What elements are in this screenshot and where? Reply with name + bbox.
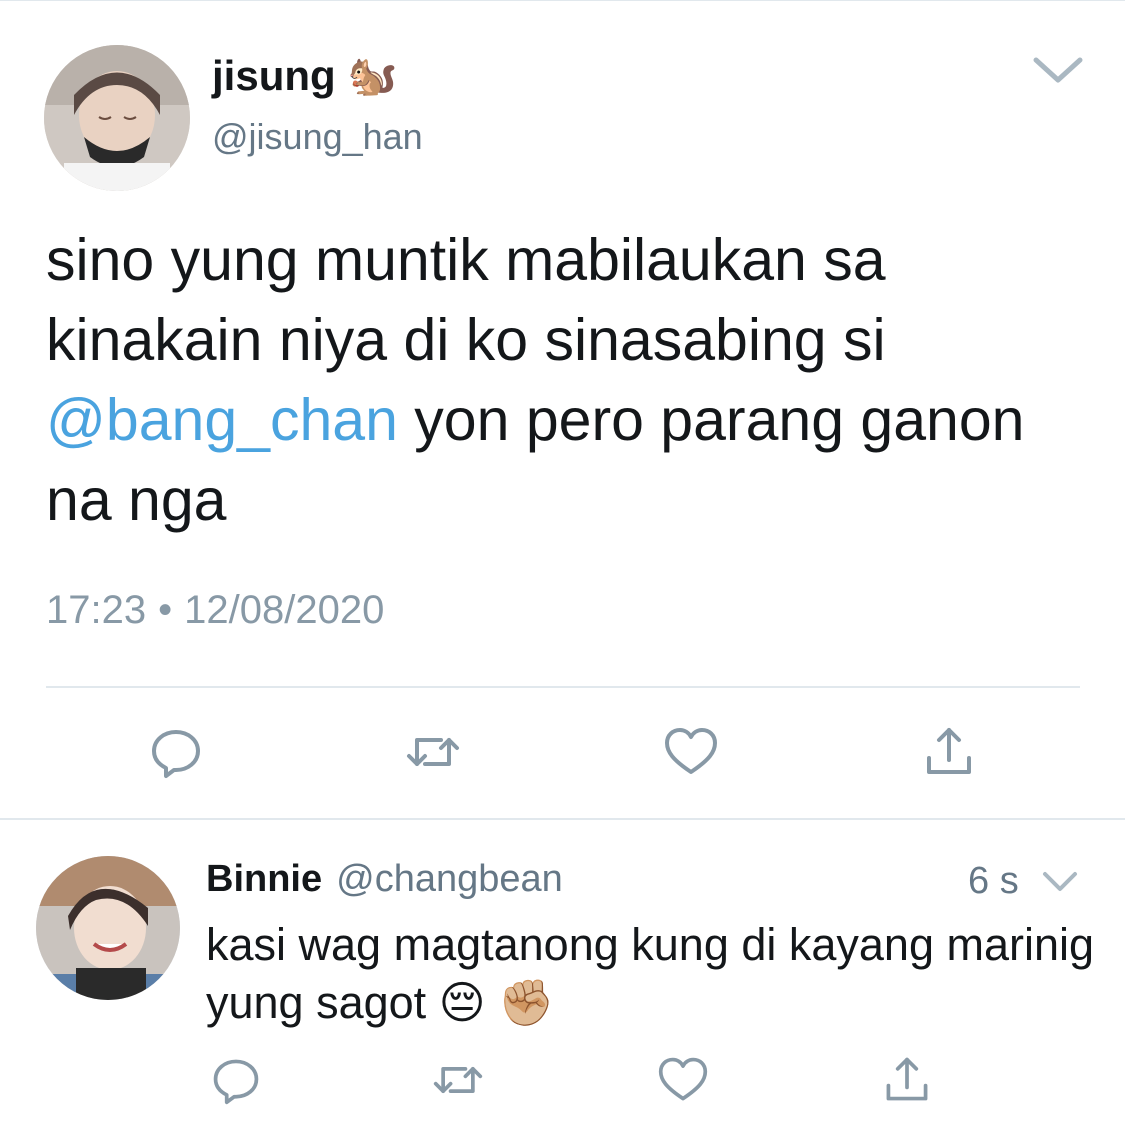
display-name[interactable]: jisung — [212, 52, 336, 100]
reply-text: kasi wag magtanong kung di kayang marini… — [206, 916, 1106, 1032]
share-button[interactable] — [877, 1050, 937, 1110]
tweet-time: 17:23 — [46, 588, 147, 632]
reply-display-name[interactable]: Binnie — [206, 858, 322, 901]
share-icon — [927, 728, 971, 774]
avatar[interactable] — [44, 45, 190, 191]
reply-icon — [152, 730, 200, 778]
reply-text-body: kasi wag magtanong kung di kayang marini… — [206, 919, 1095, 1028]
tweet-timestamp: 17:23 • 12/08/2020 — [46, 588, 384, 633]
reply-button[interactable] — [206, 1050, 266, 1110]
reply-time: 6 s — [968, 860, 1019, 902]
like-icon — [658, 1057, 708, 1101]
chipmunk-emoji: 🐿️ — [347, 54, 398, 98]
author-handle[interactable]: @jisung_han — [212, 116, 423, 158]
tweet-text: sino yung muntik mabilaukan sa kinakain … — [46, 220, 1096, 540]
retweet-icon — [433, 1067, 483, 1093]
mention-link[interactable]: @bang_chan — [46, 387, 398, 453]
reply-icon — [213, 1059, 259, 1105]
tweet-text-part-1: sino yung muntik mabilaukan sa kinakain … — [46, 227, 886, 373]
retweet-button[interactable] — [428, 1050, 488, 1110]
reply-avatar[interactable] — [36, 856, 180, 1000]
like-icon — [665, 728, 717, 774]
chevron-down-icon[interactable] — [1040, 868, 1080, 896]
timestamp-separator: • — [158, 588, 173, 632]
like-button[interactable] — [653, 1050, 713, 1110]
reply-header: Binnie @changbean — [206, 858, 563, 901]
reply-actions — [0, 1050, 1125, 1110]
retweet-icon — [407, 738, 459, 766]
share-icon — [886, 1057, 928, 1101]
like-button[interactable] — [661, 722, 721, 782]
share-button[interactable] — [919, 722, 979, 782]
author-name-row[interactable]: jisung 🐿️ — [212, 52, 397, 100]
tweet-date: 12/08/2020 — [184, 588, 385, 632]
reply-emojis: 😔 ✊🏼 — [438, 977, 555, 1028]
chevron-down-icon[interactable] — [1030, 52, 1086, 88]
divider — [46, 686, 1080, 688]
section-divider — [0, 818, 1125, 820]
main-tweet: jisung 🐿️ @jisung_han sino yung muntik m… — [0, 0, 1125, 818]
reply-button[interactable] — [146, 722, 206, 782]
tweet-actions — [0, 722, 1125, 786]
retweet-button[interactable] — [403, 722, 463, 782]
reply-handle[interactable]: @changbean — [336, 858, 563, 901]
